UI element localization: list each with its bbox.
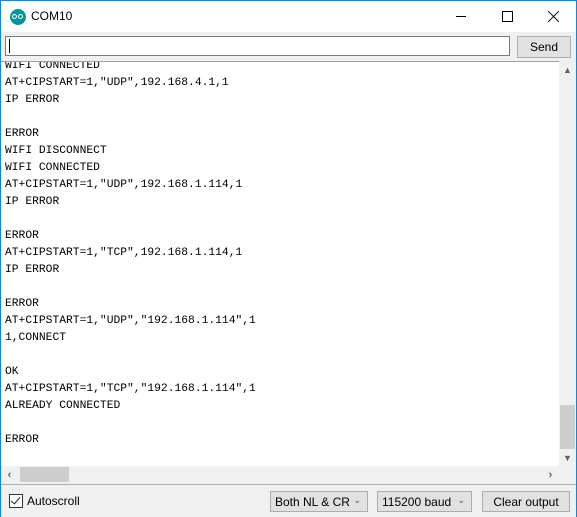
output-line: AT+CIPSTART=1,"TCP","192.168.1.114",1	[5, 383, 256, 395]
close-icon	[548, 11, 559, 22]
maximize-icon	[501, 11, 513, 22]
autoscroll-toggle[interactable]: Autoscroll	[9, 494, 80, 508]
line-ending-select[interactable]: Both NL & CR ⌄	[270, 491, 368, 512]
scroll-up-icon[interactable]: ▲	[559, 61, 576, 78]
window-title: COM10	[31, 9, 73, 23]
scrollbar-corner	[559, 466, 576, 483]
output-line: WIFI DISCONNECT	[5, 145, 107, 157]
horizontal-scroll-thumb[interactable]	[20, 467, 69, 482]
output-line: ERROR	[5, 434, 39, 446]
text-caret	[9, 39, 10, 53]
maximize-button[interactable]	[484, 1, 530, 32]
arduino-icon	[10, 9, 26, 25]
output-line: AT+CIPSTART=1,"UDP",192.168.4.1,1	[5, 77, 229, 89]
output-line: 1,CONNECT	[5, 332, 67, 344]
horizontal-scrollbar[interactable]: ‹ ›	[1, 466, 559, 483]
baud-rate-select[interactable]: 115200 baud ⌄	[377, 491, 472, 512]
output-line: ERROR	[5, 230, 39, 242]
output-lines: WIFI CONNECTED AT+CIPSTART=1,"UDP",192.16…	[5, 61, 256, 449]
title-bar: COM10	[1, 1, 576, 32]
output-line: AT+CIPSTART=1,"TCP",192.168.1.114,1	[5, 247, 243, 259]
serial-output[interactable]: WIFI CONNECTED AT+CIPSTART=1,"UDP",192.16…	[1, 61, 559, 467]
output-line: OK	[5, 366, 19, 378]
output-line: IP ERROR	[5, 94, 60, 106]
chevron-down-icon: ⌄	[353, 495, 361, 505]
autoscroll-checkbox[interactable]	[9, 494, 23, 508]
send-row: Send	[1, 32, 576, 60]
output-line: ERROR	[5, 298, 39, 310]
serial-input[interactable]	[5, 36, 510, 56]
output-line: IP ERROR	[5, 196, 60, 208]
autoscroll-label: Autoscroll	[27, 494, 80, 508]
scroll-left-icon[interactable]: ‹	[1, 466, 18, 483]
baud-rate-value: 115200 baud	[382, 494, 452, 509]
output-line: IP ERROR	[5, 264, 60, 276]
output-line: ERROR	[5, 128, 39, 140]
output-line: AT+CIPSTART=1,"UDP","192.168.1.114",1	[5, 315, 256, 327]
vertical-scroll-thumb[interactable]	[560, 405, 575, 449]
serial-monitor-window: COM10 Send WIFI CONNECTED AT+CIPSTART=1,"…	[0, 0, 577, 517]
scroll-down-icon[interactable]: ▼	[559, 449, 576, 466]
clear-output-button[interactable]: Clear output	[482, 491, 570, 512]
send-button[interactable]: Send	[517, 36, 571, 58]
output-line: WIFI CONNECTED	[5, 61, 100, 72]
output-line: AT+CIPSTART=1,"UDP",192.168.1.114,1	[5, 179, 243, 191]
bottom-toolbar: Autoscroll Both NL & CR ⌄ 115200 baud ⌄ …	[1, 484, 576, 517]
vertical-scrollbar[interactable]: ▲ ▼	[559, 61, 576, 466]
scroll-right-icon[interactable]: ›	[542, 466, 559, 483]
close-button[interactable]	[530, 1, 576, 32]
output-line: ALREADY CONNECTED	[5, 400, 121, 412]
chevron-down-icon: ⌄	[457, 495, 465, 505]
minimize-icon	[456, 16, 466, 17]
output-line: WIFI CONNECTED	[5, 162, 100, 174]
line-ending-value: Both NL & CR	[275, 494, 350, 509]
minimize-button[interactable]	[438, 1, 484, 32]
